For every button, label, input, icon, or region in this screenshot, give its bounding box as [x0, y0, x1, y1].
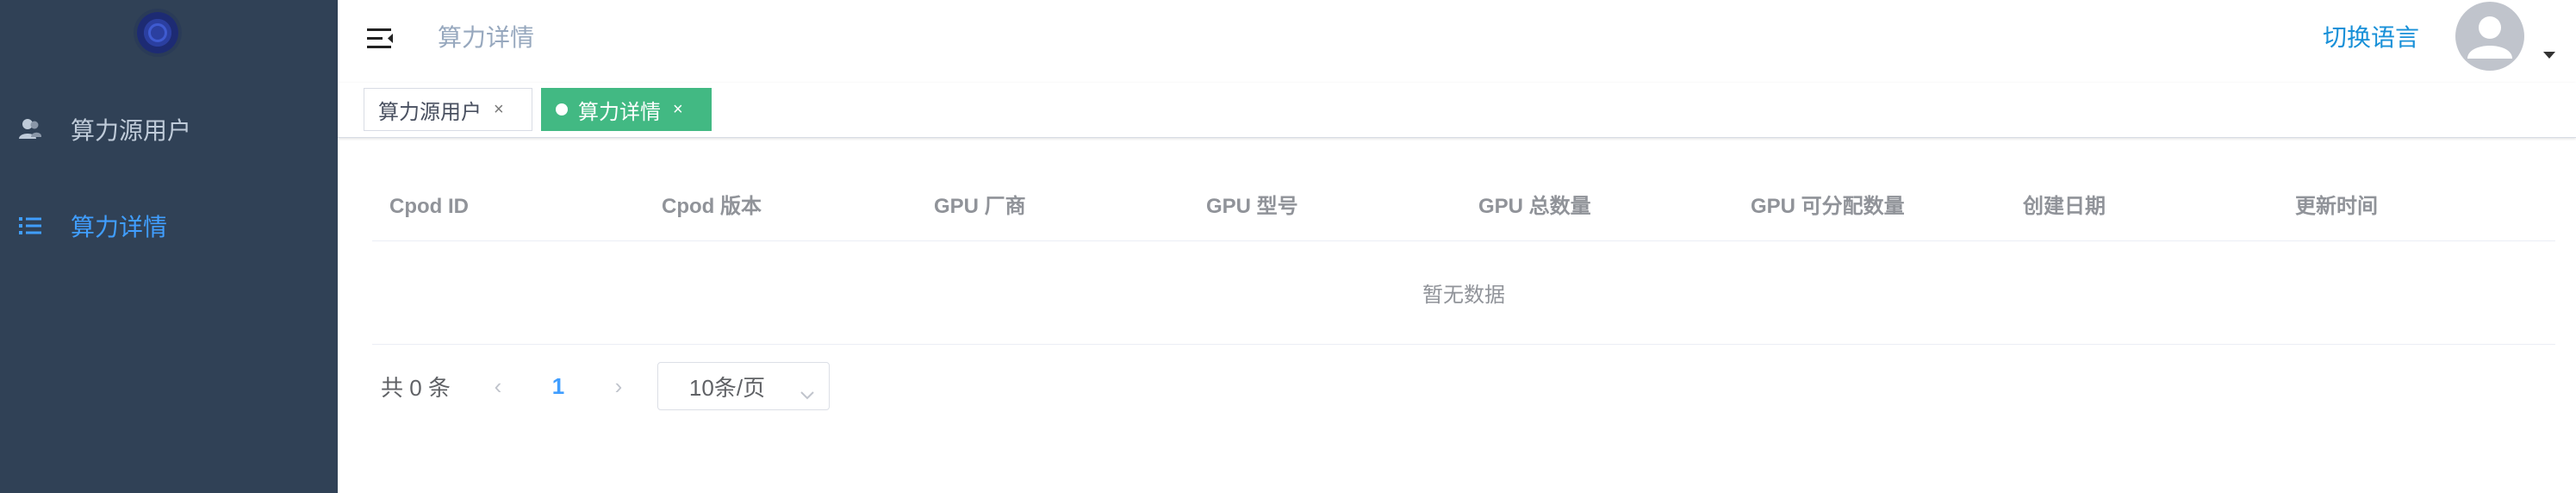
tags-view: 算力源用户 × 算力详情 × — [338, 83, 2576, 138]
page-number-button[interactable]: 1 — [528, 362, 588, 410]
page-size-select[interactable]: 10条/页 — [656, 362, 830, 410]
close-icon[interactable]: × — [673, 100, 683, 120]
column-header-cpod-version: Cpod 版本 — [662, 195, 762, 218]
column-header-gpu-total: GPU 总数量 — [1478, 195, 1591, 218]
users-icon — [17, 116, 43, 142]
pagination-total: 共 0 条 — [381, 374, 451, 401]
column-header-gpu-allocatable: GPU 可分配数量 — [1751, 195, 1905, 218]
column-header-gpu-model: GPU 型号 — [1206, 195, 1298, 218]
column-header-created-date: 创建日期 — [2023, 195, 2106, 218]
table-empty-row: 暂无数据 — [372, 241, 2555, 345]
empty-text: 暂无数据 — [1422, 284, 1505, 307]
tag-label: 算力源用户 — [378, 100, 482, 124]
list-icon — [17, 213, 43, 239]
sidebar-item-label: 算力详情 — [71, 214, 168, 240]
tag-label: 算力详情 — [578, 100, 661, 124]
user-avatar-icon — [2467, 16, 2512, 59]
caret-down-icon[interactable] — [2543, 52, 2555, 59]
pagination: 共 0 条 ‹ 1 › 10条/页 — [381, 362, 830, 410]
sidebar: 算力源用户 算力详情 — [0, 0, 338, 493]
navbar: 算力详情 切换语言 — [338, 0, 2576, 83]
prev-page-button[interactable]: ‹ — [468, 362, 528, 410]
compute-details-table: Cpod ID Cpod 版本 GPU 厂商 GPU 型号 GPU 总数量 GP… — [372, 172, 2555, 345]
breadcrumb: 算力详情 — [438, 24, 535, 51]
page-size-value: 10条/页 — [688, 374, 766, 401]
column-header-cpod-id: Cpod ID — [389, 195, 469, 218]
hamburger-icon[interactable] — [364, 22, 398, 56]
sidebar-item-label: 算力源用户 — [71, 117, 192, 144]
next-page-button[interactable]: › — [588, 362, 649, 410]
chevron-down-icon — [800, 380, 815, 407]
sidebar-item-compute-source-users[interactable]: 算力源用户 — [0, 81, 338, 178]
sidebar-item-compute-details[interactable]: 算力详情 — [0, 178, 338, 274]
avatar[interactable] — [2455, 2, 2524, 71]
tag-compute-details[interactable]: 算力详情 × — [541, 88, 712, 131]
active-dot-icon — [556, 103, 568, 115]
tag-compute-source-users[interactable]: 算力源用户 × — [364, 88, 532, 131]
column-header-gpu-vendor: GPU 厂商 — [934, 195, 1026, 218]
column-header-updated-time: 更新时间 — [2295, 195, 2378, 218]
table-header: Cpod ID Cpod 版本 GPU 厂商 GPU 型号 GPU 总数量 GP… — [372, 172, 2555, 241]
logo-icon[interactable] — [134, 9, 182, 57]
close-icon[interactable]: × — [494, 100, 504, 120]
language-switch-link[interactable]: 切换语言 — [2323, 22, 2419, 53]
